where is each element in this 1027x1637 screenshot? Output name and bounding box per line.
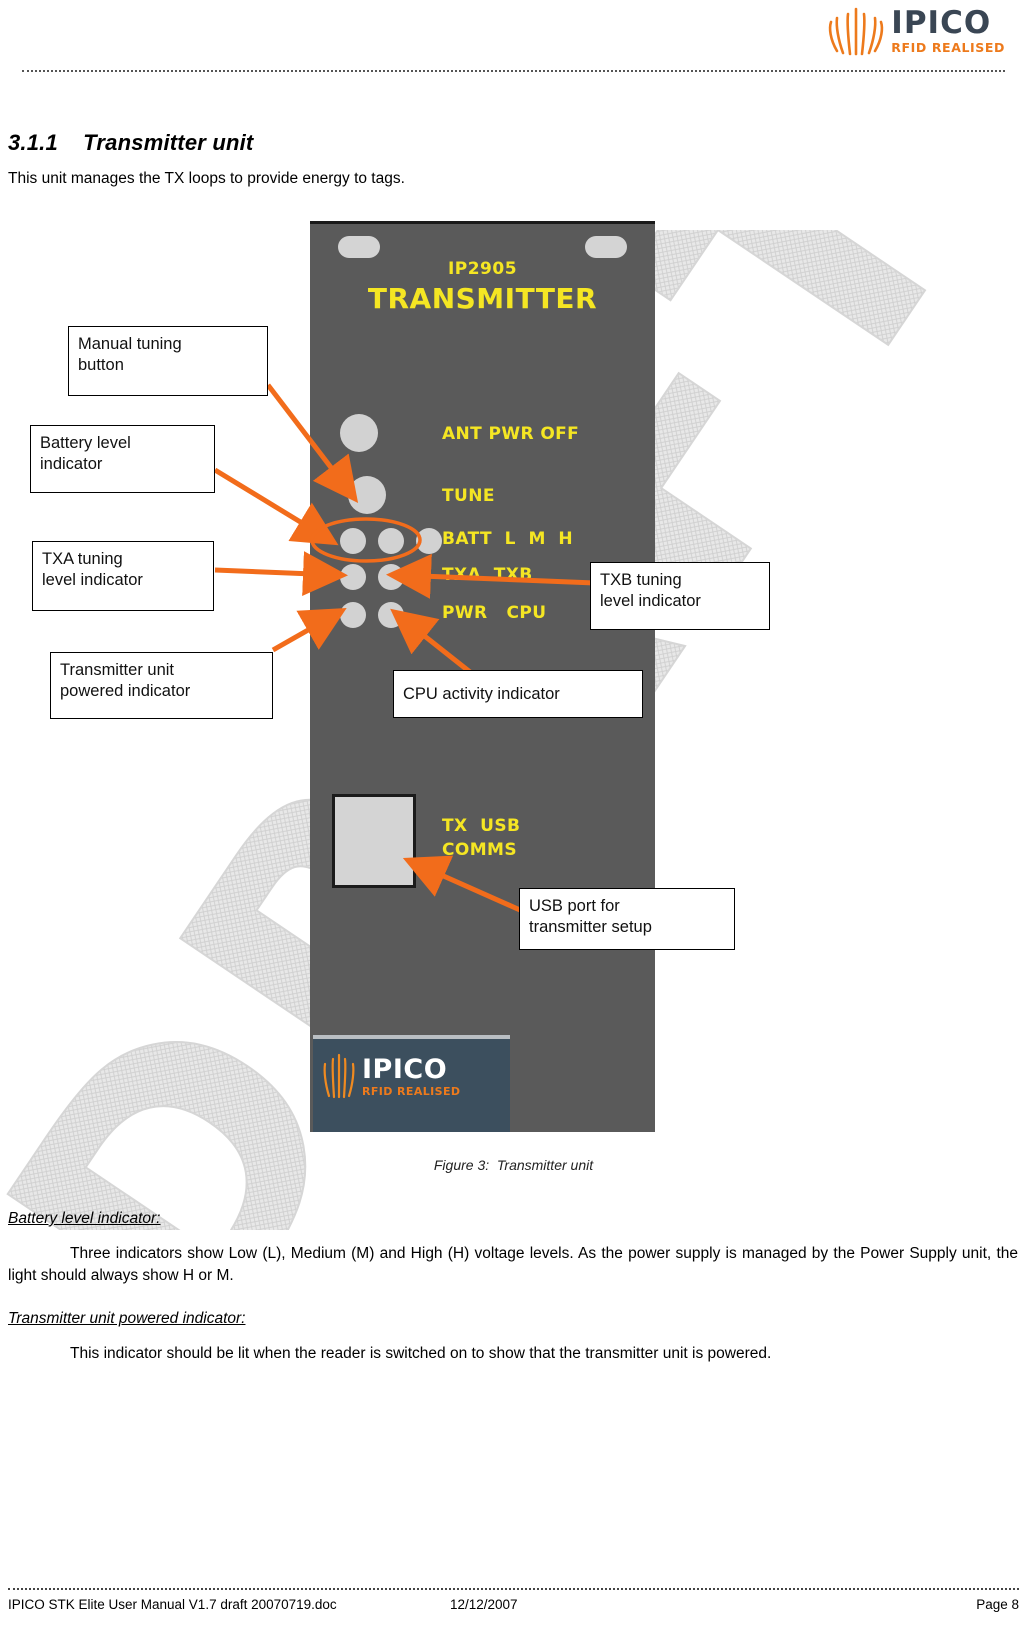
- device-model-label: IP2905: [447, 259, 518, 279]
- ipico-rays-icon: [829, 7, 884, 56]
- powered-section-body: This indicator should be lit when the re…: [70, 1345, 772, 1362]
- page-footer: IPICO STK Elite User Manual V1.7 draft 2…: [8, 1597, 1019, 1621]
- powered-section-heading: Transmitter unit powered indicator:: [8, 1310, 246, 1327]
- cpu-led: [378, 602, 404, 628]
- header-divider: [22, 70, 1005, 72]
- tx-usb-label: TX USB: [442, 816, 521, 836]
- figure-caption: Figure 3: Transmitter unit: [433, 1157, 594, 1173]
- callout-text: TXB tuning level indicator: [600, 571, 701, 611]
- pwr-led: [340, 602, 366, 628]
- pwr-cpu-label: PWR CPU: [442, 603, 547, 623]
- footer-date: 12/12/2007: [450, 1597, 518, 1612]
- callout-text: TXA tuning level indicator: [42, 550, 143, 590]
- tune-label: TUNE: [442, 486, 495, 506]
- batt-label: BATT L M H: [442, 529, 574, 549]
- comms-label: COMMS: [442, 840, 518, 860]
- callout-cpu-activity-indicator: CPU activity indicator: [393, 670, 643, 718]
- mount-slot-right: [585, 236, 627, 258]
- callout-text: CPU activity indicator: [403, 684, 560, 703]
- batt-led-high: [416, 528, 442, 554]
- footer-divider: [8, 1588, 1019, 1590]
- callout-text: Transmitter unit powered indicator: [60, 661, 191, 701]
- callout-txa-tuning-level-indicator: TXA tuning level indicator: [32, 541, 214, 611]
- battery-section-heading: Battery level indicator:: [8, 1210, 161, 1227]
- plate-rays-icon: [323, 1053, 355, 1099]
- intro-text: This unit manages the TX loops to provid…: [8, 170, 405, 187]
- footer-page: Page 8: [976, 1597, 1019, 1612]
- logo-wordmark: IPICO: [891, 4, 992, 41]
- callout-text: USB port for transmitter setup: [529, 897, 652, 937]
- plate-wordmark: IPICO: [362, 1053, 448, 1085]
- usb-port[interactable]: [332, 794, 416, 888]
- txa-led: [340, 564, 366, 590]
- mount-slot-left: [338, 236, 380, 258]
- logo-tagline: RFID REALISED: [891, 39, 1005, 55]
- device-title-label: TRANSMITTER: [367, 282, 598, 315]
- battery-section-body: Three indicators show Low (L), Medium (M…: [8, 1245, 1018, 1285]
- txb-led: [378, 564, 404, 590]
- ant-pwr-off-label: ANT PWR OFF: [442, 424, 580, 444]
- manual-tune-button[interactable]: [348, 476, 386, 514]
- batt-led-medium: [378, 528, 404, 554]
- txa-txb-label: TXA TXB: [442, 565, 533, 585]
- callout-battery-level-indicator: Battery level indicator: [30, 425, 215, 493]
- callout-transmitter-unit-powered-indicator: Transmitter unit powered indicator: [50, 652, 273, 719]
- callout-text: Manual tuning button: [78, 335, 182, 375]
- plate-tagline: RFID REALISED: [362, 1084, 461, 1098]
- callout-txb-tuning-level-indicator: TXB tuning level indicator: [590, 562, 770, 630]
- callout-text: Battery level indicator: [40, 434, 131, 474]
- callout-usb-port: USB port for transmitter setup: [519, 888, 735, 950]
- ant-pwr-off-button[interactable]: [340, 414, 378, 452]
- page-title: 3.1.1 Transmitter unit: [8, 130, 254, 155]
- footer-document: IPICO STK Elite User Manual V1.7 draft 2…: [8, 1597, 337, 1612]
- device-brand-plate: IPICO RFID REALISED: [313, 1035, 510, 1132]
- callout-manual-tuning-button: Manual tuning button: [68, 326, 268, 396]
- page-header: IPICO RFID REALISED: [0, 0, 1027, 80]
- ipico-logo: IPICO RFID REALISED: [828, 6, 1005, 56]
- batt-led-low: [340, 528, 366, 554]
